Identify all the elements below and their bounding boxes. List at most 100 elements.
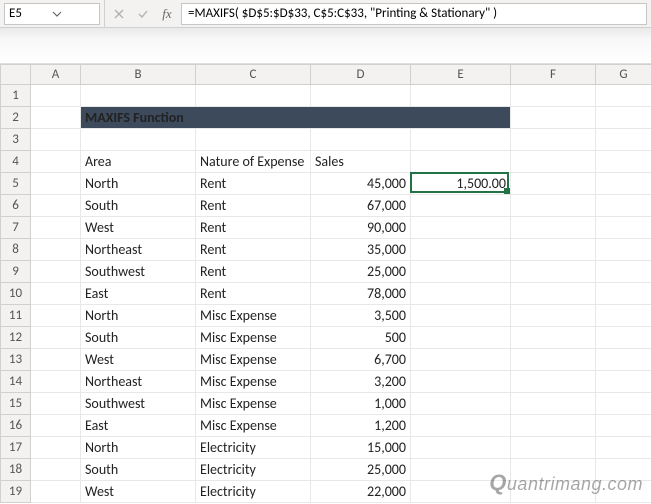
cell[interactable] [411,349,511,371]
cell-sales[interactable]: 22,000 [311,481,411,503]
cell[interactable] [31,195,81,217]
row-header[interactable]: 14 [1,371,31,393]
cell[interactable] [31,283,81,305]
cell-nature[interactable]: Electricity [196,459,311,481]
cell[interactable] [411,437,511,459]
cell[interactable] [511,151,596,173]
cell[interactable] [596,107,651,129]
header-sales[interactable]: Sales [311,151,411,173]
cell-area[interactable]: North [81,173,196,195]
cell[interactable] [511,217,596,239]
cell[interactable] [31,415,81,437]
cell-sales[interactable]: 78,000 [311,283,411,305]
cell[interactable] [511,129,596,151]
cell[interactable] [81,85,196,107]
title-bar[interactable]: MAXIFS Function [81,107,511,129]
cell-nature[interactable]: Electricity [196,481,311,503]
cell-nature[interactable]: Misc Expense [196,305,311,327]
row-header[interactable]: 15 [1,393,31,415]
cell[interactable] [411,305,511,327]
cell[interactable] [411,151,511,173]
cell-area[interactable]: South [81,459,196,481]
row-header[interactable]: 19 [1,481,31,503]
cell-nature[interactable]: Misc Expense [196,327,311,349]
row-header[interactable]: 6 [1,195,31,217]
cell-sales[interactable]: 15,000 [311,437,411,459]
row-header[interactable]: 12 [1,327,31,349]
cell[interactable] [511,85,596,107]
cell-area[interactable]: West [81,481,196,503]
cell-area[interactable]: Northeast [81,239,196,261]
cell-nature[interactable]: Rent [196,239,311,261]
cell-area[interactable]: Southwest [81,261,196,283]
cell[interactable] [596,261,651,283]
cell-sales[interactable]: 25,000 [311,261,411,283]
row-header[interactable]: 5 [1,173,31,195]
cell[interactable] [311,85,411,107]
cell[interactable] [411,239,511,261]
cell[interactable] [596,305,651,327]
cell-area[interactable]: Northeast [81,371,196,393]
row-header[interactable]: 2 [1,107,31,129]
row-header[interactable]: 13 [1,349,31,371]
cell[interactable] [31,261,81,283]
cell-area[interactable]: East [81,283,196,305]
row-header[interactable]: 10 [1,283,31,305]
cell[interactable] [596,195,651,217]
cell[interactable] [81,129,196,151]
cell[interactable] [411,393,511,415]
cell[interactable] [511,393,596,415]
cell-area[interactable]: North [81,305,196,327]
spreadsheet-grid[interactable]: ABCDEFG 12MAXIFS Function34AreaNature of… [0,64,651,503]
cell[interactable] [411,415,511,437]
cell[interactable] [411,371,511,393]
cell[interactable] [411,129,511,151]
cell[interactable] [31,437,81,459]
cell[interactable] [511,437,596,459]
cell[interactable] [511,305,596,327]
cell[interactable] [596,85,651,107]
cell-sales[interactable]: 3,200 [311,371,411,393]
cell[interactable] [411,85,511,107]
cell-nature[interactable]: Misc Expense [196,393,311,415]
cell-area[interactable]: South [81,195,196,217]
cell-area[interactable]: West [81,349,196,371]
cell-area[interactable]: Southwest [81,393,196,415]
cell-nature[interactable]: Misc Expense [196,349,311,371]
column-header[interactable]: C [196,65,311,85]
cell-sales[interactable]: 1,200 [311,415,411,437]
active-cell[interactable]: 1,500.00 [411,173,511,195]
cell[interactable] [511,195,596,217]
formula-input[interactable]: =MAXIFS( $D$5:$D$33, C$5:C$33, "Printing… [181,3,647,25]
cell[interactable] [511,349,596,371]
cell[interactable] [596,217,651,239]
cell[interactable] [31,217,81,239]
cell[interactable] [596,415,651,437]
cell-sales[interactable]: 1,000 [311,393,411,415]
cell-nature[interactable]: Rent [196,261,311,283]
cell[interactable] [511,173,596,195]
row-header[interactable]: 1 [1,85,31,107]
cell[interactable] [31,305,81,327]
row-header[interactable]: 16 [1,415,31,437]
cell[interactable] [596,283,651,305]
column-header[interactable]: E [411,65,511,85]
name-box[interactable]: E5 [4,3,100,25]
cell-sales[interactable]: 25,000 [311,459,411,481]
cell[interactable] [31,129,81,151]
cell[interactable] [31,393,81,415]
column-header[interactable]: A [31,65,81,85]
fx-icon[interactable]: fx [159,6,175,22]
cell[interactable] [596,371,651,393]
cell[interactable] [596,393,651,415]
cell[interactable] [31,459,81,481]
cell[interactable] [31,371,81,393]
cell[interactable] [511,283,596,305]
header-area[interactable]: Area [81,151,196,173]
cell[interactable] [31,107,81,129]
cell-nature[interactable]: Rent [196,283,311,305]
cell-sales[interactable]: 500 [311,327,411,349]
cell[interactable] [411,283,511,305]
row-header[interactable]: 11 [1,305,31,327]
cell-area[interactable]: North [81,437,196,459]
